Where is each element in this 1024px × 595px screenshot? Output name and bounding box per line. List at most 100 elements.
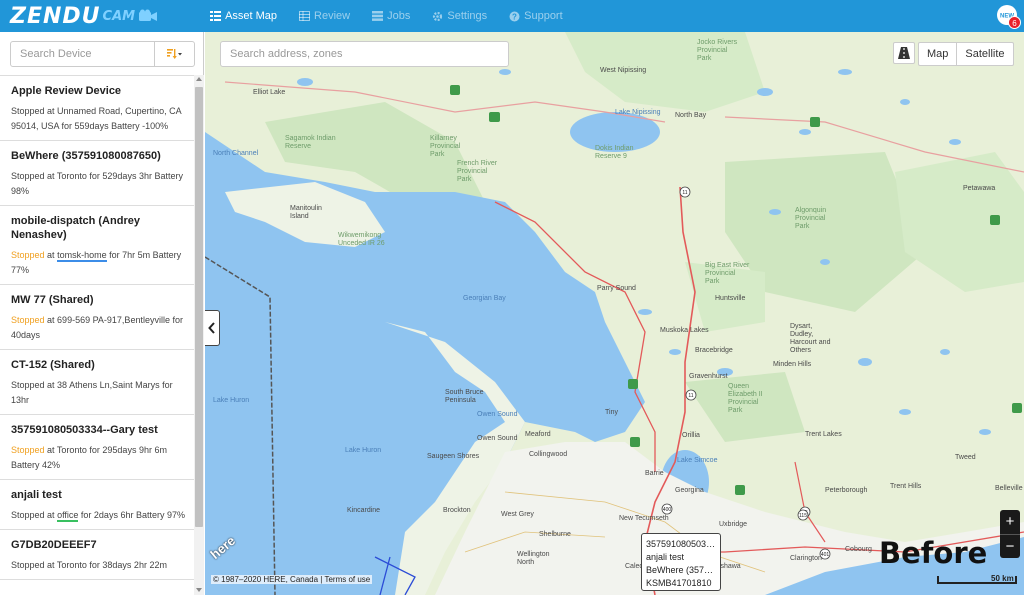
device-cluster-popup[interactable]: 3575910805033... anjali test BeWhere (35… [641, 533, 721, 591]
map-place-label: Owen Sound [477, 411, 518, 418]
device-zone-link[interactable]: office [57, 510, 79, 522]
park-marker-icon [628, 379, 638, 389]
zoom-out-button[interactable]: − [1000, 534, 1020, 558]
svg-text:400: 400 [663, 507, 672, 513]
top-navbar: ZENDU CAM Asset Map Review Jobs Settings… [0, 0, 1024, 32]
map-place-label: New Tecumseth [619, 515, 669, 522]
map-place-label: Sagamok Indian Reserve [285, 135, 336, 150]
nav-settings[interactable]: Settings [432, 0, 487, 32]
device-status: Stopped [11, 171, 45, 181]
device-list-item[interactable]: mobile-dispatch (Andrey Nenashev) Stopped… [0, 206, 194, 285]
sort-icon [166, 49, 182, 59]
map-place-label: Gravenhurst [689, 373, 728, 380]
map-list-icon [210, 11, 222, 21]
map-place-label: Cobourg [845, 546, 872, 553]
device-status-detail: at [47, 250, 58, 260]
collapse-sidebar-button[interactable] [205, 310, 220, 346]
table-icon [299, 11, 311, 21]
device-zone-link[interactable]: tomsk-home [57, 250, 107, 262]
route-button[interactable] [893, 42, 915, 64]
nav-support-label: Support [524, 10, 563, 22]
map-place-label: Lake Huron [213, 397, 249, 404]
scroll-thumb[interactable] [195, 87, 203, 527]
map-place-label: Killarney Provincial Park [430, 135, 461, 158]
svg-text:?: ? [512, 12, 517, 21]
device-status: Stopped [11, 445, 45, 455]
sidebar-scrollbar[interactable] [194, 75, 204, 595]
map-place-label: Parry Sound [597, 285, 636, 292]
popup-line[interactable]: BeWhere (3575... [646, 564, 716, 577]
device-name: mobile-dispatch (Andrey Nenashev) [11, 215, 140, 241]
sort-button[interactable] [154, 42, 194, 66]
map-place-label: French River Provincial Park [457, 160, 498, 183]
device-list-item[interactable]: BeWhere (357591080087650) Stopped at Toro… [0, 141, 194, 206]
popup-line[interactable]: anjali test [646, 551, 716, 564]
map-place-label: Brockton [443, 507, 471, 514]
park-marker-icon [1012, 403, 1022, 413]
notification-button[interactable]: NEW 6 [996, 4, 1021, 29]
map-place-label: Wikwemikong Unceded IR 26 [338, 232, 385, 247]
device-status-detail: at [47, 510, 58, 520]
asset-map[interactable]: Elliot Lake Jocko Rivers Provincial Park Wes… [205, 32, 1024, 595]
map-place-label: Lake Simcoe [677, 457, 718, 464]
map-place-label: Tiny [605, 409, 618, 416]
notification-count-badge: 6 [1008, 16, 1021, 29]
highway-shield: 115 [797, 509, 809, 521]
device-list-item[interactable]: anjali test Stopped at office for 2days 6… [0, 480, 194, 530]
device-name: CT-152 (Shared) [11, 359, 95, 371]
nav-support[interactable]: ? Support [509, 0, 563, 32]
map-labels-layer: Elliot Lake Jocko Rivers Provincial Park Wes… [213, 39, 1023, 570]
gear-icon [433, 11, 443, 21]
map-place-label: Trent Hills [890, 483, 922, 490]
map-place-label: South Bruce Peninsula [445, 389, 484, 404]
map-place-label: Queen Elizabeth II Provincial Park [728, 383, 763, 414]
map-copyright[interactable]: © 1987–2020 HERE, Canada | Terms of use [211, 575, 373, 584]
address-search-input[interactable] [220, 41, 509, 67]
app-logo[interactable]: ZENDU CAM [10, 0, 158, 32]
map-place-label: Jocko Rivers Provincial Park [697, 39, 738, 62]
map-place-label: Collingwood [529, 451, 567, 458]
device-list-item[interactable]: MW 77 (Shared) Stopped at 699-569 PA-917,… [0, 285, 194, 350]
device-status-text: Stopped at tomsk-home for 7hr 5m Battery… [11, 248, 188, 278]
device-status: Stopped [11, 380, 45, 390]
device-list-item[interactable]: 357591080503334--Gary test Stopped at Tor… [0, 415, 194, 480]
road-icon [898, 47, 910, 59]
map-place-label: Algonquin Provincial Park [795, 207, 826, 230]
zoom-in-button[interactable]: + [1000, 510, 1020, 534]
device-list-item[interactable]: G7DB20DEEEF7 Stopped at Toronto for 38day… [0, 530, 194, 580]
device-search-input[interactable] [11, 42, 154, 66]
device-name: anjali test [11, 489, 62, 501]
device-status: Stopped [11, 560, 45, 570]
nav-asset-map[interactable]: Asset Map [210, 0, 277, 32]
park-marker-icon [630, 437, 640, 447]
map-place-label: Dokis Indian Reserve 9 [595, 145, 634, 160]
zoom-control: + − [1000, 510, 1020, 558]
popup-line[interactable]: KSMB41701810 [646, 577, 716, 590]
svg-text:11: 11 [682, 190, 687, 196]
map-type-satellite-button[interactable]: Satellite [956, 43, 1012, 65]
map-place-label: Bracebridge [695, 347, 733, 354]
map-type-map-button[interactable]: Map [919, 43, 956, 65]
help-icon: ? [509, 11, 520, 21]
scale-label: 50 km [991, 574, 1014, 583]
map-place-label: Georgian Bay [463, 295, 506, 302]
chevron-left-icon [208, 322, 215, 334]
jobs-icon [372, 11, 384, 21]
svg-text:115: 115 [799, 513, 807, 519]
device-list-item[interactable]: CT-152 (Shared) Stopped at 38 Athens Ln,S… [0, 350, 194, 415]
map-place-label: Kincardine [347, 507, 380, 514]
scroll-up-arrow-icon[interactable] [196, 77, 202, 81]
nav-settings-label: Settings [447, 10, 488, 22]
device-status-text: Stopped at Unnamed Road, Cupertino, CA 9… [11, 104, 188, 134]
device-status-text: Stopped at Toronto for 295days 9hr 6m Ba… [11, 443, 188, 473]
nav-review-label: Review [314, 10, 351, 22]
scroll-down-arrow-icon[interactable] [196, 588, 202, 592]
popup-line[interactable]: 3575910805033... [646, 538, 716, 551]
device-status-text: Stopped at office for 2days 6hr Battery … [11, 508, 188, 523]
svg-text:11: 11 [688, 393, 693, 399]
nav-review[interactable]: Review [299, 0, 350, 32]
device-status-detail-post: for 2days 6hr Battery 97% [78, 510, 185, 520]
device-list-item[interactable]: Apple Review Device Stopped at Unnamed Ro… [0, 76, 194, 141]
device-sidebar: Apple Review Device Stopped at Unnamed Ro… [0, 32, 204, 595]
nav-jobs[interactable]: Jobs [372, 0, 410, 32]
